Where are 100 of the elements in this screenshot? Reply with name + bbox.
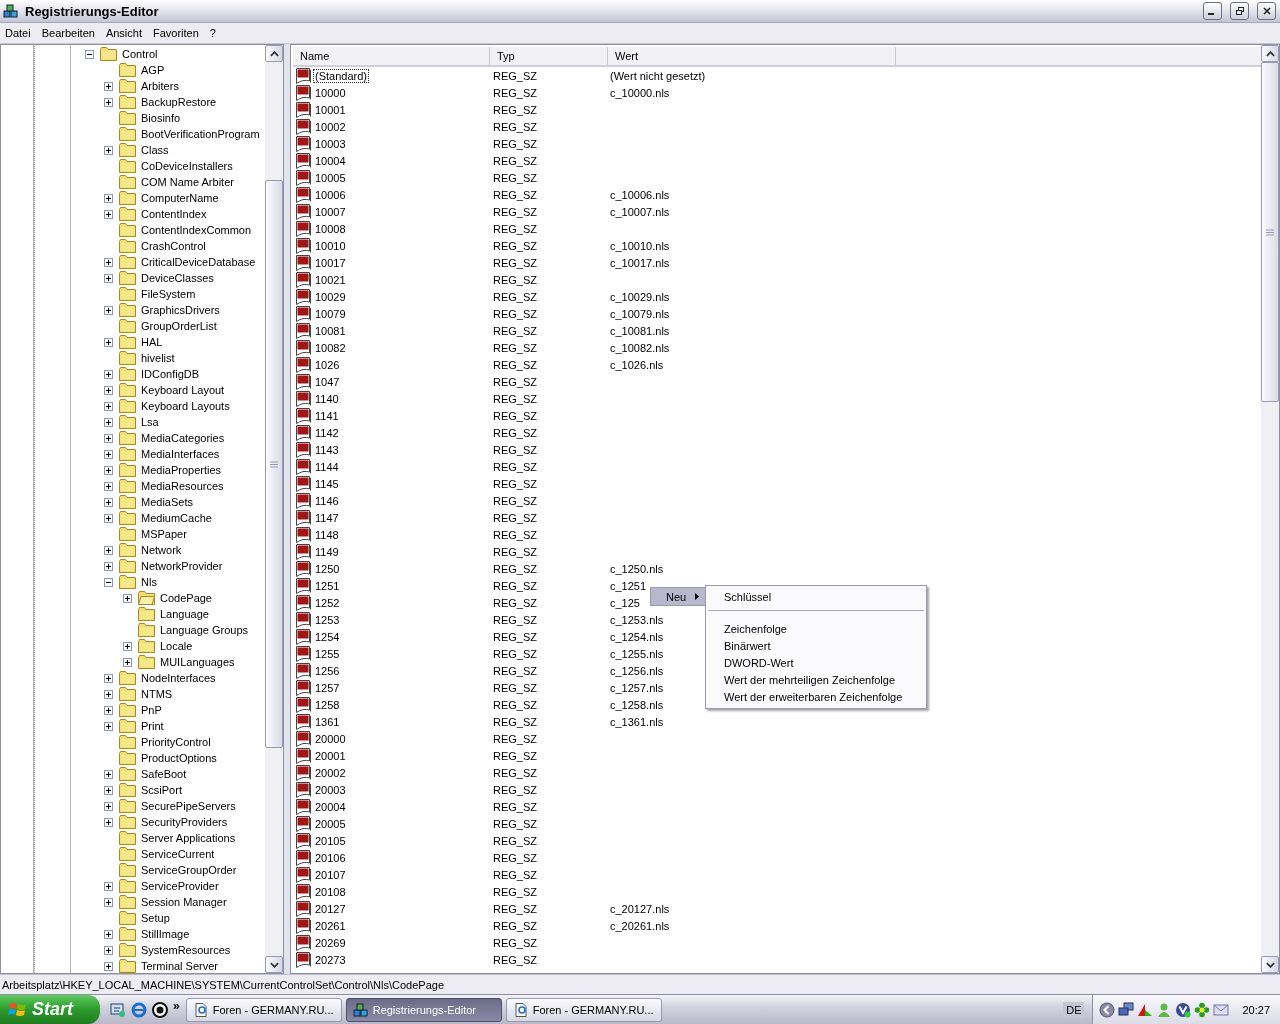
value-name[interactable]: 10000: [313, 85, 348, 100]
menu-item[interactable]: ?: [204, 27, 222, 39]
tree-item[interactable]: PnP: [140, 704, 163, 716]
value-name[interactable]: 1146: [313, 493, 341, 508]
value-name[interactable]: 1147: [313, 510, 341, 525]
expand-icon[interactable]: [104, 433, 113, 443]
expand-icon[interactable]: [104, 673, 113, 683]
expand-icon[interactable]: [104, 769, 113, 779]
tree-item[interactable]: DeviceClasses: [140, 272, 215, 284]
value-name[interactable]: 1254: [313, 629, 342, 644]
tree-item[interactable]: Class: [140, 144, 170, 156]
value-name[interactable]: 10081: [313, 323, 348, 338]
value-name[interactable]: 1143: [313, 442, 341, 457]
value-name[interactable]: 1140: [313, 391, 341, 406]
value-name[interactable]: 10004: [313, 153, 348, 168]
menu-item[interactable]: Schlüssel: [706, 588, 926, 605]
value-name[interactable]: 1148: [313, 527, 341, 542]
tree-item[interactable]: HAL: [140, 336, 164, 348]
value-name[interactable]: 1256: [313, 663, 342, 678]
value-name[interactable]: 1253: [313, 612, 342, 627]
expand-icon[interactable]: [104, 801, 113, 811]
scroll-up-button[interactable]: [1261, 45, 1279, 62]
expand-icon[interactable]: [104, 369, 113, 379]
language-indicator[interactable]: DE: [1063, 1001, 1085, 1018]
tree-item[interactable]: SystemResources: [140, 944, 232, 956]
collapse-icon[interactable]: [104, 577, 113, 587]
tree-item[interactable]: ProductOptions: [140, 752, 218, 764]
expand-icon[interactable]: [104, 193, 113, 203]
value-name[interactable]: 1141: [313, 408, 341, 423]
value-name[interactable]: 10010: [313, 238, 348, 253]
expand-icon[interactable]: [104, 881, 113, 891]
expand-icon[interactable]: [104, 705, 113, 715]
tree-item[interactable]: IDConfigDB: [140, 368, 201, 380]
menu-item[interactable]: DWORD-Wert: [706, 654, 926, 671]
value-name[interactable]: 20105: [313, 833, 348, 848]
scroll-down-button[interactable]: [265, 956, 283, 973]
value-name[interactable]: 20003: [313, 782, 348, 797]
expand-icon[interactable]: [104, 929, 113, 939]
tree-item[interactable]: COM Name Arbiter: [140, 176, 235, 188]
tree-item[interactable]: Session Manager: [140, 896, 228, 908]
tree-item[interactable]: Language Groups: [159, 624, 250, 636]
menu-item[interactable]: Bearbeiten: [36, 27, 101, 39]
tree-item[interactable]: SecurePipeServers: [140, 800, 237, 812]
tree-item[interactable]: Lsa: [140, 416, 160, 428]
column-header[interactable]: Typ: [490, 47, 608, 65]
expand-icon[interactable]: [104, 497, 113, 507]
value-name[interactable]: 1251: [313, 578, 342, 593]
tree-item[interactable]: BackupRestore: [140, 96, 218, 108]
tree-item[interactable]: StillImage: [140, 928, 191, 940]
value-name[interactable]: 20269: [313, 935, 348, 950]
tree-item[interactable]: Language: [159, 608, 210, 620]
expand-icon[interactable]: [104, 385, 113, 395]
value-name[interactable]: 1361: [313, 714, 342, 729]
expand-icon[interactable]: [104, 561, 113, 571]
desktop-icon[interactable]: [110, 1001, 126, 1018]
tree-item[interactable]: Keyboard Layouts: [140, 400, 231, 412]
value-name[interactable]: 10002: [313, 119, 348, 134]
value-name[interactable]: 10029: [313, 289, 348, 304]
value-name[interactable]: 20106: [313, 850, 348, 865]
value-name[interactable]: 20273: [313, 952, 348, 967]
value-name[interactable]: 10008: [313, 221, 348, 236]
tree-item[interactable]: Setup: [140, 912, 171, 924]
tree-item[interactable]: CriticalDeviceDatabase: [140, 256, 257, 268]
expand-icon[interactable]: [123, 593, 132, 603]
tree-item[interactable]: Nls: [140, 576, 158, 588]
tree-item[interactable]: NetworkProvider: [140, 560, 224, 572]
value-name[interactable]: 10001: [313, 102, 348, 117]
tree-item[interactable]: ContentIndex: [140, 208, 208, 220]
value-name[interactable]: 1250: [313, 561, 342, 576]
value-name[interactable]: 10017: [313, 255, 348, 270]
shield-check-icon[interactable]: [1175, 1001, 1192, 1018]
tree-item[interactable]: Print: [140, 720, 165, 732]
value-name[interactable]: 10082: [313, 340, 348, 355]
value-name[interactable]: 20001: [313, 748, 348, 763]
expand-icon[interactable]: [104, 897, 113, 907]
expand-icon[interactable]: [104, 337, 113, 347]
value-name[interactable]: 1255: [313, 646, 342, 661]
tree-item[interactable]: CodePage: [159, 592, 213, 604]
menu-item[interactable]: Wert der mehrteiligen Zeichenfolge: [706, 671, 926, 688]
value-name[interactable]: 10021: [313, 272, 348, 287]
menu-item[interactable]: Ansicht: [100, 27, 148, 39]
value-name[interactable]: 1149: [313, 544, 341, 559]
value-name[interactable]: 1252: [313, 595, 342, 610]
tree-item[interactable]: NTMS: [140, 688, 174, 700]
collapse-icon[interactable]: [85, 49, 94, 59]
tree-item[interactable]: Arbiters: [140, 80, 180, 92]
envelope-icon[interactable]: [1213, 1001, 1230, 1018]
expand-icon[interactable]: [104, 401, 113, 411]
value-name[interactable]: 20004: [313, 799, 348, 814]
minimize-button[interactable]: [1203, 2, 1222, 20]
value-name[interactable]: 10003: [313, 136, 348, 151]
tree-item[interactable]: MediumCache: [140, 512, 213, 524]
tree-item[interactable]: Control: [121, 48, 159, 60]
menu-item[interactable]: Neu: [651, 588, 705, 605]
tree-item[interactable]: CrashControl: [140, 240, 207, 252]
tree-item[interactable]: hivelist: [140, 352, 176, 364]
menu-item[interactable]: Binärwert: [706, 637, 926, 654]
value-name[interactable]: (Standard): [313, 68, 369, 83]
expand-icon[interactable]: [104, 481, 113, 491]
menu-item[interactable]: Zeichenfolge: [706, 620, 926, 637]
